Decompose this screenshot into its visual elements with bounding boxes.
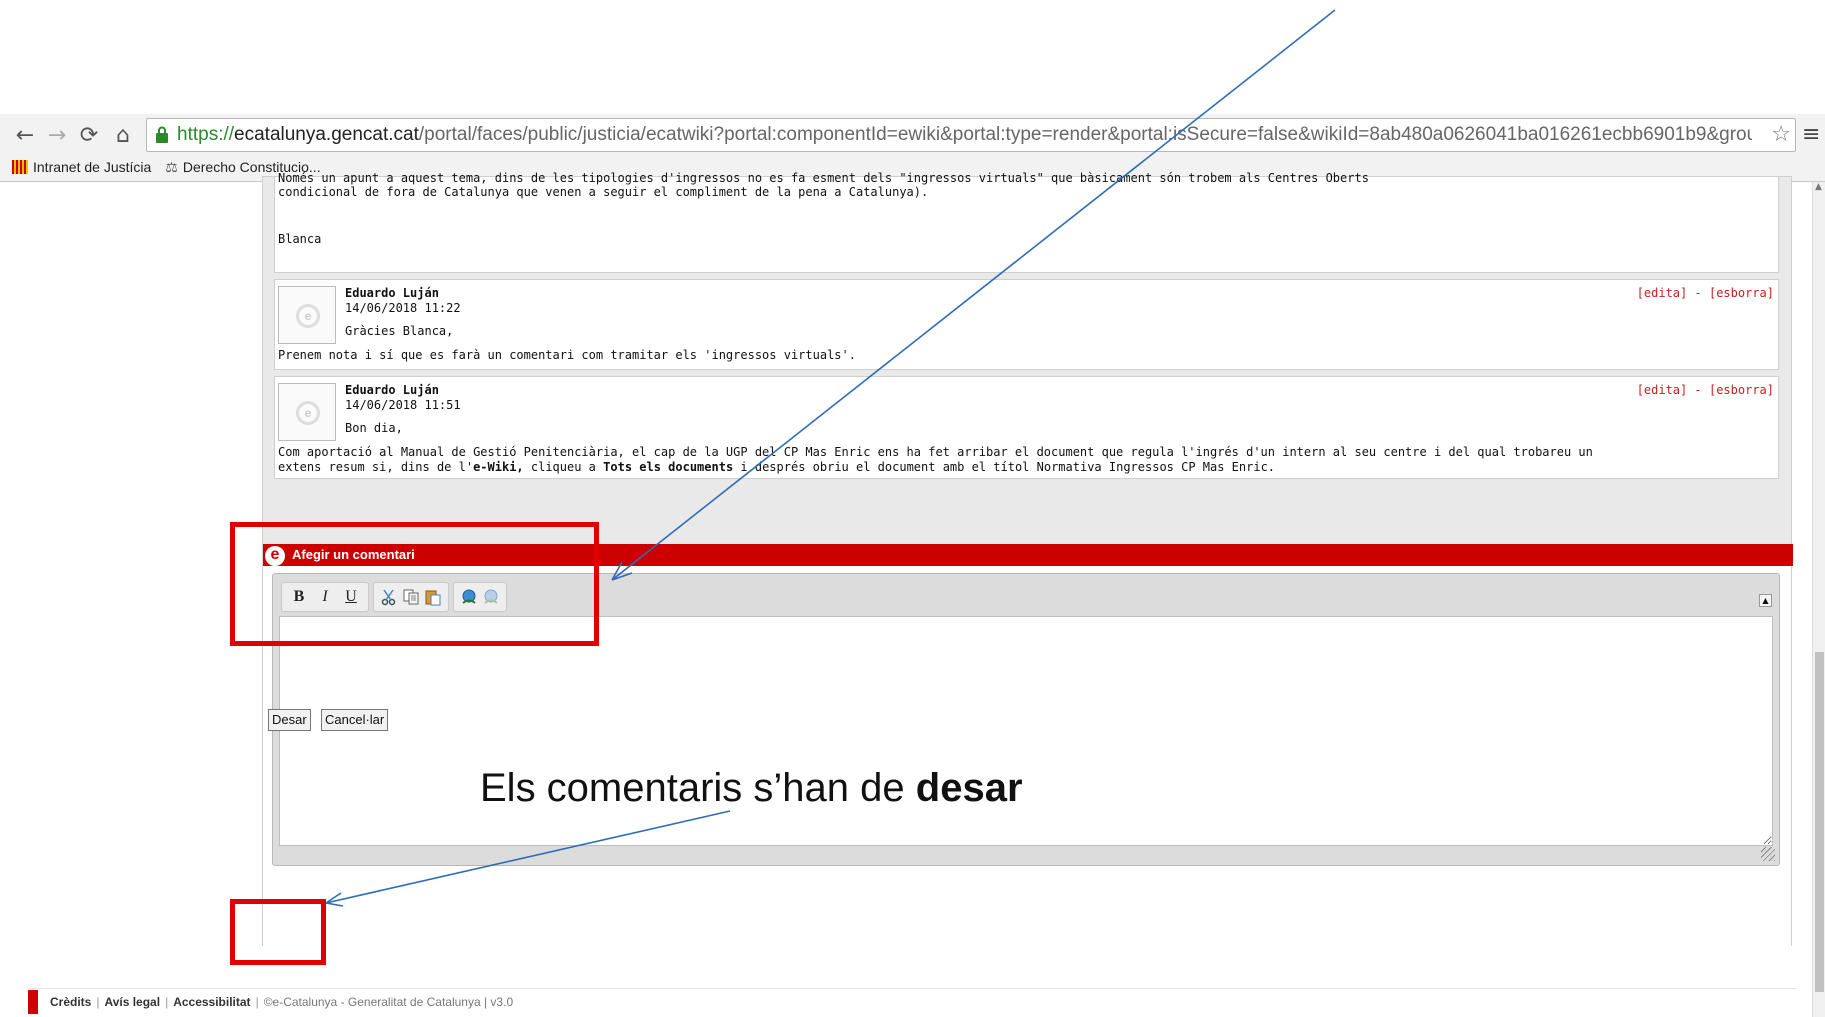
annotation-arrows [325, 9, 1336, 907]
arrow-to-save [325, 810, 731, 907]
arrow-to-toolbar [611, 9, 1336, 581]
